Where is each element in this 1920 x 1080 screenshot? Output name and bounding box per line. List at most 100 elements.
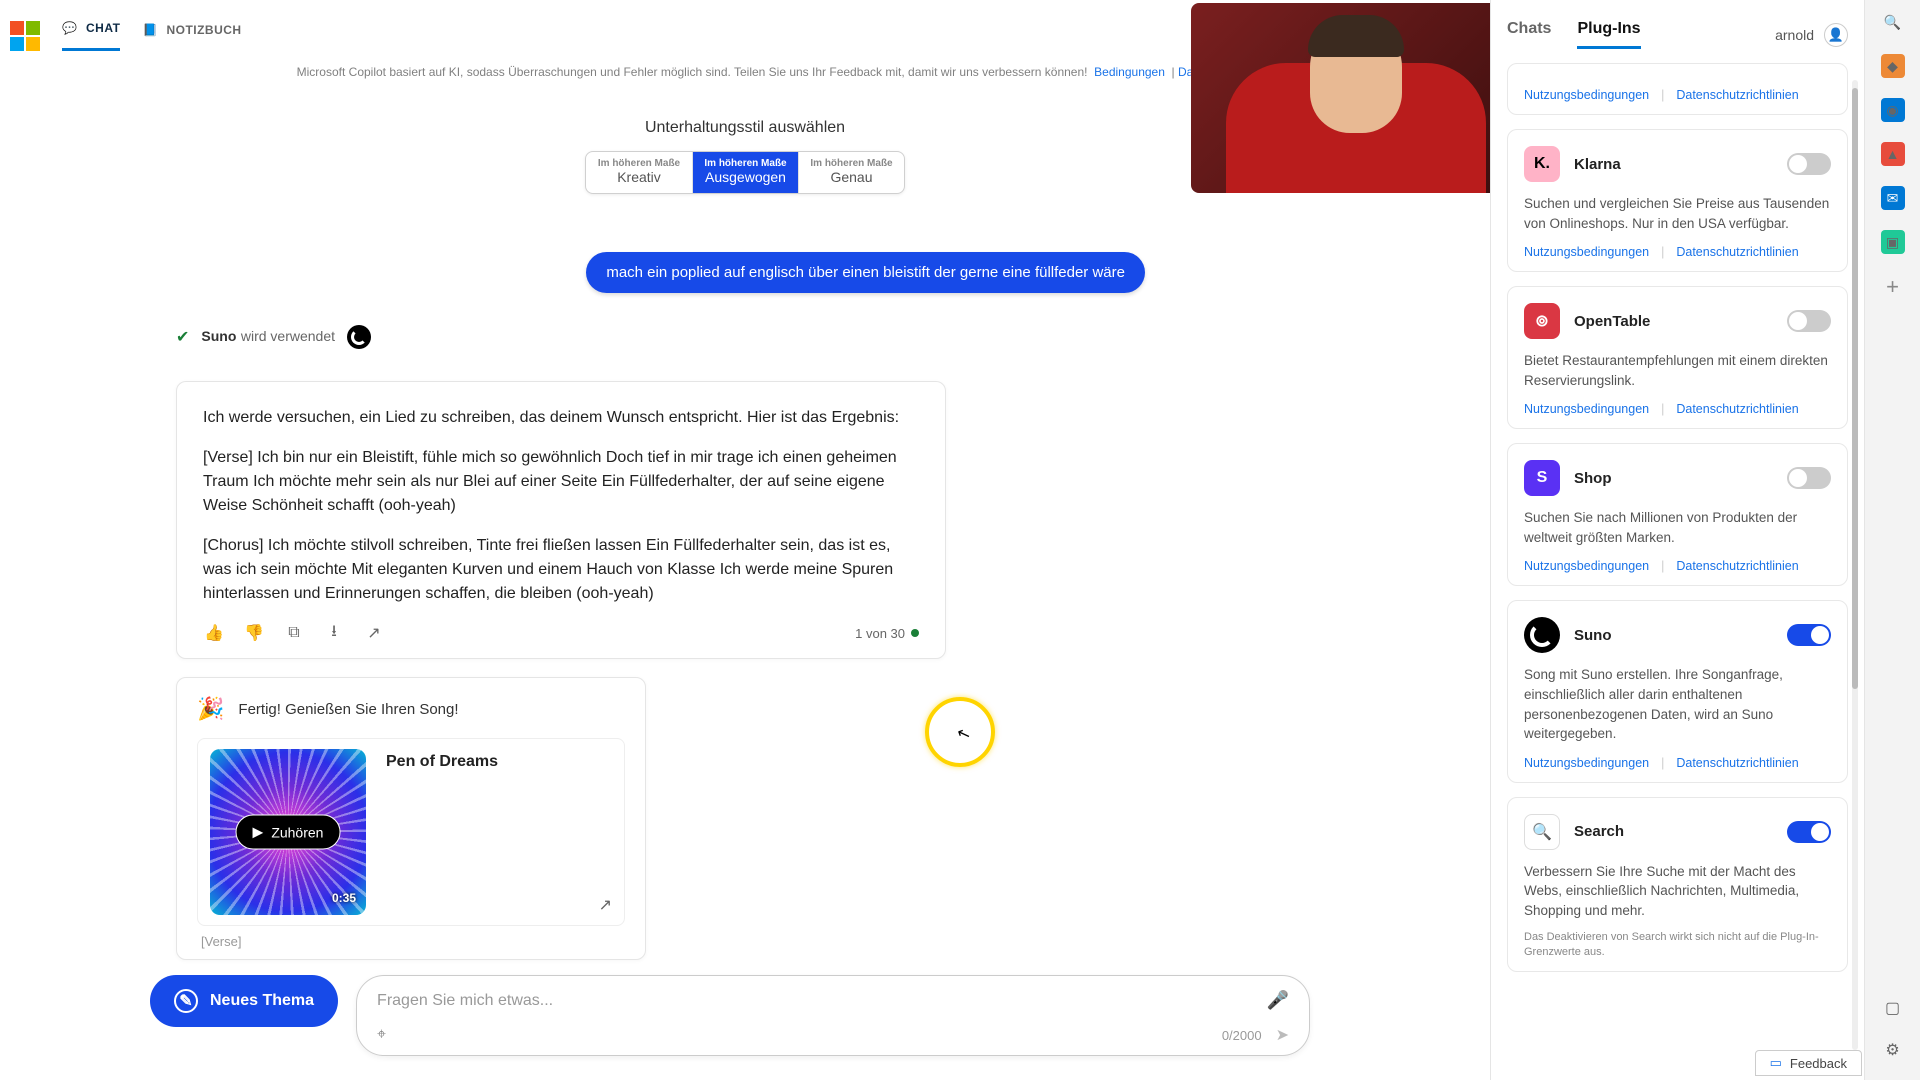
plugin-card-previous: Nutzungsbedingungen| Datenschutzrichtlin… (1507, 63, 1848, 115)
using-plugin-name: Suno (201, 328, 236, 344)
plugin-card-search: 🔍 Search Verbessern Sie Ihre Suche mit d… (1507, 797, 1848, 972)
rail-app-1-icon[interactable]: ◆ (1881, 54, 1905, 78)
image-input-button[interactable]: ⌖ (377, 1026, 386, 1044)
celebrate-icon: 🎉 (197, 696, 224, 722)
terms-link[interactable]: Nutzungsbedingungen (1524, 402, 1649, 416)
copy-button[interactable]: ⧉ (283, 622, 305, 644)
disclaimer-terms-link[interactable]: Bedingungen (1094, 65, 1165, 79)
user-avatar-icon: 👤 (1824, 23, 1848, 47)
search-plugin-icon: 🔍 (1524, 814, 1560, 850)
privacy-link[interactable]: Datenschutzrichtlinien (1676, 756, 1798, 770)
new-topic-icon: ✎ (174, 989, 198, 1013)
terms-link[interactable]: Nutzungsbedingungen (1524, 88, 1649, 102)
new-topic-button[interactable]: ✎ Neues Thema (150, 975, 338, 1027)
outlook-icon[interactable]: ✉ (1881, 186, 1905, 210)
webcam-overlay (1191, 3, 1521, 193)
privacy-link[interactable]: Datenschutzrichtlinien (1676, 245, 1798, 259)
plugin-toggle-klarna[interactable] (1787, 153, 1831, 175)
feedback-button[interactable]: ▭ Feedback (1755, 1050, 1862, 1076)
privacy-link[interactable]: Datenschutzrichtlinien (1676, 559, 1798, 573)
mic-button[interactable]: 🎤 (1267, 990, 1289, 1011)
song-artwork: ▶ Zuhören 0:35 (210, 749, 366, 915)
plugin-name: Klarna (1574, 156, 1621, 173)
terms-link[interactable]: Nutzungsbedingungen (1524, 756, 1649, 770)
rail-panel-icon[interactable]: ▢ (1885, 998, 1900, 1018)
plugin-using-row: ✔ Suno wird verwendet (176, 325, 1470, 349)
plugin-card-klarna: K. Klarna Suchen und vergleichen Sie Pre… (1507, 129, 1848, 272)
song-card: 🎉 Fertig! Genießen Sie Ihren Song! ▶ Zuh… (176, 677, 646, 960)
plugin-name: Suno (1574, 627, 1612, 644)
plugin-name: Shop (1574, 470, 1612, 487)
plugin-card-shop: S Shop Suchen Sie nach Millionen von Pro… (1507, 443, 1848, 586)
rail-add-icon[interactable]: + (1886, 274, 1899, 300)
main-column: Microsoft Copilot basiert auf KI, sodass… (0, 60, 1490, 1080)
ai-verse: [Verse] Ich bin nur ein Bleistift, fühle… (203, 446, 919, 518)
search-icon[interactable]: 🔍 (1881, 10, 1905, 34)
using-suffix: wird verwendet (241, 328, 335, 344)
rail-app-2-icon[interactable]: ◉ (1881, 98, 1905, 122)
plugin-toggle-opentable[interactable] (1787, 310, 1831, 332)
rail-settings-icon[interactable]: ⚙ (1885, 1040, 1899, 1060)
download-button[interactable]: ⭳ (323, 622, 345, 644)
style-creative-button[interactable]: Im höheren Maße Kreativ (586, 152, 692, 193)
plugin-toggle-suno[interactable] (1787, 624, 1831, 646)
tab-notebook-label: NOTIZBUCH (166, 23, 241, 37)
check-icon: ✔ (176, 327, 189, 347)
char-count: 0/2000 (1222, 1028, 1262, 1043)
ai-intro: Ich werde versuchen, ein Lied zu schreib… (203, 406, 919, 430)
plugin-desc: Suchen und vergleichen Sie Preise aus Ta… (1524, 194, 1831, 233)
plugin-desc: Verbessern Sie Ihre Suche mit der Macht … (1524, 862, 1831, 921)
plugin-card-opentable: ⊚ OpenTable Bietet Restaurantempfehlunge… (1507, 286, 1848, 429)
send-button[interactable]: ➤ (1276, 1025, 1289, 1045)
response-counter: 1 von 30 (855, 626, 919, 641)
plugin-name: OpenTable (1574, 313, 1650, 330)
status-dot-icon (911, 629, 919, 637)
message-input[interactable] (377, 992, 1267, 1010)
style-precise-button[interactable]: Im höheren Maße Genau (798, 152, 904, 193)
terms-link[interactable]: Nutzungsbedingungen (1524, 245, 1649, 259)
right-app-rail: 🔍 ◆ ◉ ▲ ✉ ▣ + ▢ ⚙ (1864, 0, 1920, 1080)
klarna-icon: K. (1524, 146, 1560, 182)
panel-tab-chats[interactable]: Chats (1507, 20, 1551, 49)
share-button[interactable]: ↗ (363, 622, 385, 644)
plugin-toggle-shop[interactable] (1787, 467, 1831, 489)
shop-icon: S (1524, 460, 1560, 496)
like-button[interactable]: 👍 (203, 622, 225, 644)
tab-chat[interactable]: 💬 CHAT (62, 20, 120, 51)
privacy-link[interactable]: Datenschutzrichtlinien (1676, 88, 1798, 102)
style-balanced-button[interactable]: Im höheren Maße Ausgewogen (692, 152, 798, 193)
plugin-desc: Bietet Restaurantempfehlungen mit einem … (1524, 351, 1831, 390)
plugins-panel: Chats Plug-Ins arnold 👤 Nutzungsbedingun… (1490, 0, 1864, 1080)
rail-app-3-icon[interactable]: ▲ (1881, 142, 1905, 166)
song-share-button[interactable]: ↗ (599, 895, 612, 915)
privacy-link[interactable]: Datenschutzrichtlinien (1676, 402, 1798, 416)
plugin-toggle-search[interactable] (1787, 821, 1831, 843)
listen-button[interactable]: ▶ Zuhören (236, 815, 341, 850)
panel-user[interactable]: arnold 👤 (1775, 23, 1848, 47)
composer: 🎤 ⌖ 0/2000 ➤ (356, 975, 1310, 1056)
panel-user-name: arnold (1775, 27, 1814, 43)
microsoft-logo-icon (10, 21, 40, 51)
opentable-icon: ⊚ (1524, 303, 1560, 339)
top-tabs: 💬 CHAT 📘 NOTIZBUCH (10, 20, 242, 51)
panel-scrollbar[interactable] (1852, 80, 1858, 1050)
song-verse-peek: [Verse] (201, 934, 625, 949)
rail-app-5-icon[interactable]: ▣ (1881, 230, 1905, 254)
tab-notebook[interactable]: 📘 NOTIZBUCH (142, 22, 241, 50)
suno-icon (347, 325, 371, 349)
play-icon: ▶ (253, 824, 264, 841)
panel-tab-plugins[interactable]: Plug-Ins (1577, 20, 1640, 49)
plugin-card-suno: Suno Song mit Suno erstellen. Ihre Songa… (1507, 600, 1848, 782)
tab-chat-label: CHAT (86, 21, 120, 35)
plugin-desc: Suchen Sie nach Millionen von Produkten … (1524, 508, 1831, 547)
chat-icon: 💬 (62, 20, 78, 36)
ai-chorus: [Chorus] Ich möchte stilvoll schreiben, … (203, 534, 919, 606)
plugin-search-note: Das Deaktivieren von Search wirkt sich n… (1524, 930, 1831, 959)
feedback-icon: ▭ (1770, 1055, 1782, 1071)
terms-link[interactable]: Nutzungsbedingungen (1524, 559, 1649, 573)
dislike-button[interactable]: 👎 (243, 622, 265, 644)
user-message-bubble: mach ein poplied auf englisch über einen… (586, 252, 1145, 293)
song-title: Pen of Dreams (386, 753, 579, 771)
notebook-icon: 📘 (142, 22, 158, 38)
suno-plugin-icon (1524, 617, 1560, 653)
